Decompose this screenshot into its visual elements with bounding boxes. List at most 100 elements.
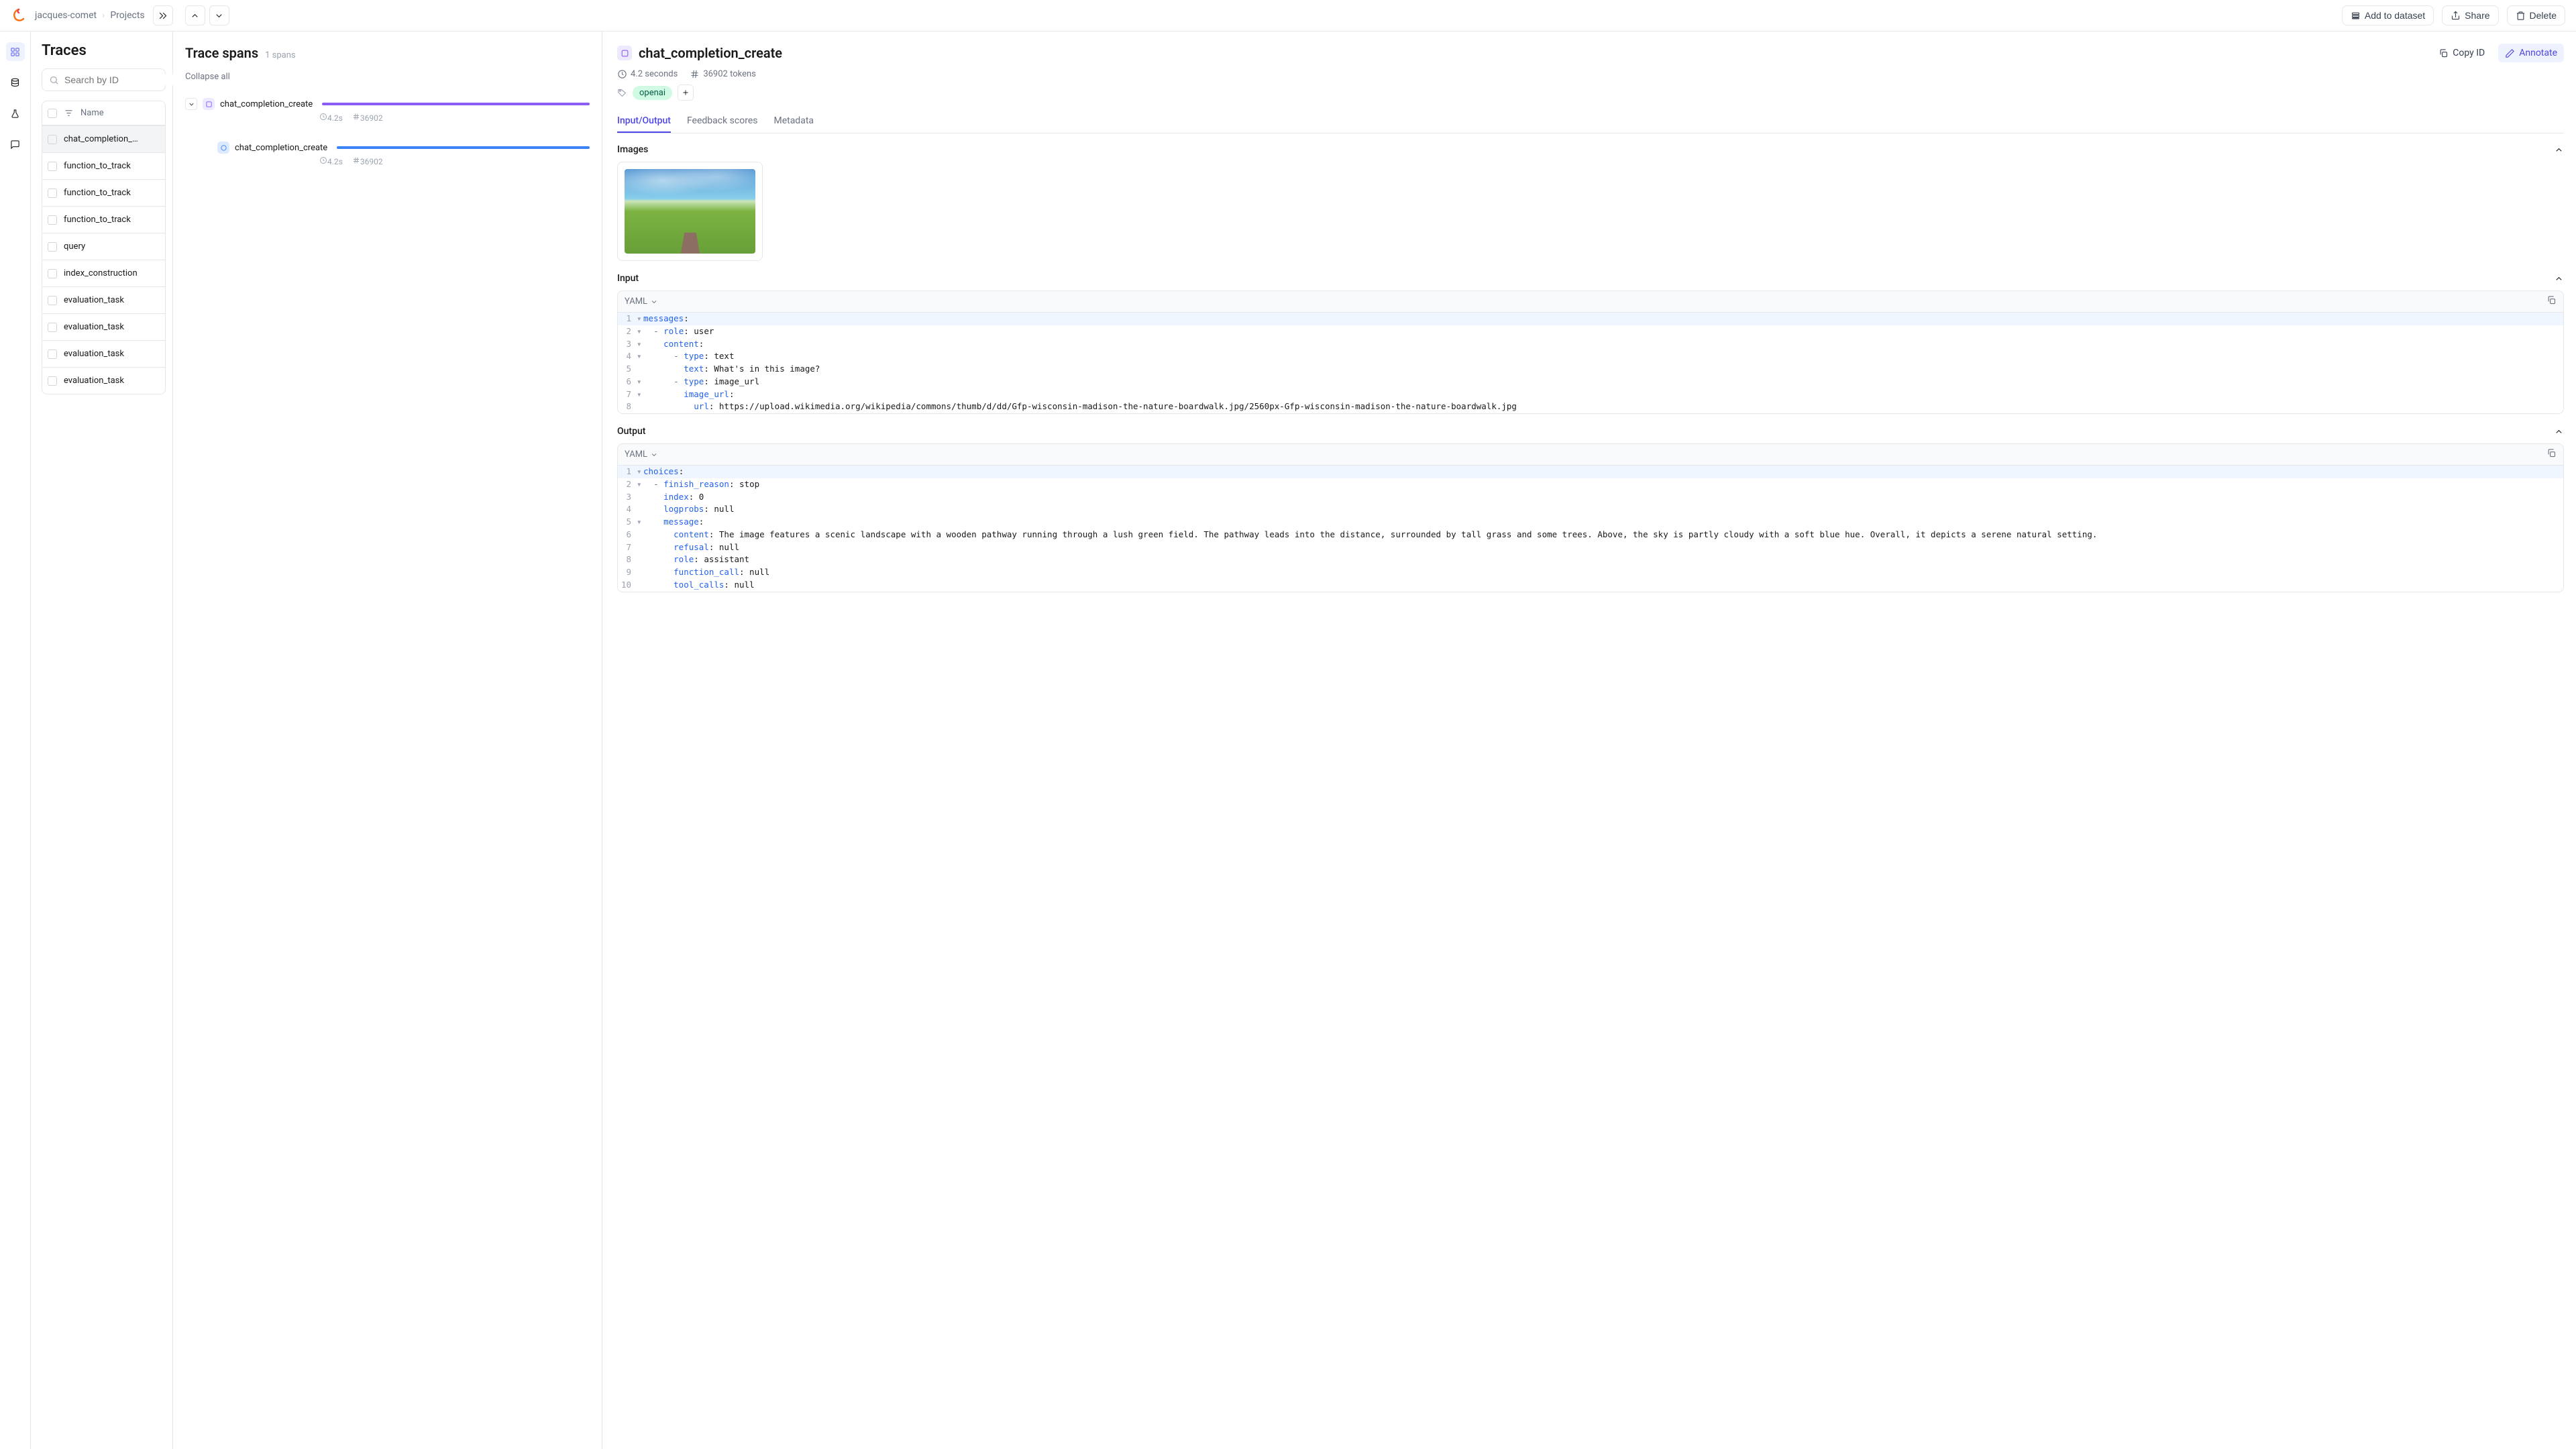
row-checkbox[interactable] xyxy=(48,189,57,198)
tag-icon xyxy=(617,88,627,98)
row-checkbox[interactable] xyxy=(48,215,57,225)
detail-title: chat_completion_create xyxy=(639,45,2425,61)
input-label: Input xyxy=(617,273,639,284)
format-selector[interactable]: YAML xyxy=(625,449,658,460)
format-selector[interactable]: YAML xyxy=(625,297,658,307)
span-type-badge xyxy=(617,46,632,60)
detail-duration: 4.2 seconds xyxy=(631,69,678,79)
chevron-down-icon xyxy=(650,298,658,306)
nav-up-button[interactable] xyxy=(185,5,205,25)
row-checkbox[interactable] xyxy=(48,376,57,386)
copy-icon xyxy=(2438,48,2449,58)
tree-toggle[interactable] xyxy=(185,98,197,110)
topbar: jacques-comet › Projects Add to dataset … xyxy=(0,0,2576,32)
image-card[interactable] xyxy=(617,162,763,261)
trace-row[interactable]: query xyxy=(42,233,165,260)
search-icon xyxy=(49,75,59,85)
detail-panel: chat_completion_create Copy ID Annotate … xyxy=(602,32,2576,1449)
tag-chip[interactable]: openai xyxy=(633,86,672,100)
input-code-header: YAML xyxy=(617,290,2564,313)
trace-row[interactable]: index_construction xyxy=(42,260,165,286)
trace-row[interactable]: evaluation_task xyxy=(42,313,165,340)
detail-tabs: Input/Output Feedback scores Metadata xyxy=(617,110,2564,133)
add-tag-button[interactable] xyxy=(678,85,694,101)
row-checkbox[interactable] xyxy=(48,135,57,144)
tab-metadata[interactable]: Metadata xyxy=(773,110,814,133)
traces-title: Traces xyxy=(42,42,166,59)
share-label: Share xyxy=(2465,10,2489,21)
delete-button[interactable]: Delete xyxy=(2507,5,2565,25)
nav-traces[interactable] xyxy=(6,42,25,61)
select-all-checkbox[interactable] xyxy=(48,109,57,118)
search-box[interactable] xyxy=(42,68,166,91)
trace-name: function_to_track xyxy=(64,215,131,225)
span-row[interactable]: chat_completion_create 4.2s 36902 xyxy=(217,138,590,174)
trace-row[interactable]: function_to_track xyxy=(42,152,165,179)
output-section-header[interactable]: Output xyxy=(617,426,2564,437)
pencil-icon xyxy=(2505,48,2515,58)
span-row[interactable]: chat_completion_create 4.2s 36902 xyxy=(185,94,590,131)
spans-count: 1 spans xyxy=(265,50,296,60)
clock-icon xyxy=(319,156,327,164)
nav-datasets[interactable] xyxy=(6,73,25,92)
filter-icon[interactable] xyxy=(64,108,74,118)
output-code: 1▾choices: 2▾ - finish_reason: stop 3 in… xyxy=(617,466,2564,592)
dataset-icon xyxy=(2351,11,2361,21)
clock-icon xyxy=(617,69,627,79)
name-column-header: Name xyxy=(80,108,104,118)
trace-row[interactable]: chat_completion_… xyxy=(42,125,165,152)
span-timeline-bar xyxy=(337,146,590,149)
images-section-header[interactable]: Images xyxy=(617,144,2564,155)
row-checkbox[interactable] xyxy=(48,296,57,305)
trace-row[interactable]: evaluation_task xyxy=(42,367,165,394)
share-icon xyxy=(2451,11,2461,21)
add-to-dataset-button[interactable]: Add to dataset xyxy=(2342,5,2434,25)
collapse-all-button[interactable]: Collapse all xyxy=(185,72,590,82)
trash-icon xyxy=(2516,11,2526,21)
output-code-header: YAML xyxy=(617,443,2564,466)
row-checkbox[interactable] xyxy=(48,242,57,252)
nav-experiments[interactable] xyxy=(6,104,25,123)
expand-button[interactable] xyxy=(153,5,173,25)
trace-name: chat_completion_… xyxy=(64,134,138,144)
copy-output-button[interactable] xyxy=(2546,448,2557,461)
span-name: chat_completion_create xyxy=(235,143,327,153)
spans-title: Trace spans xyxy=(185,45,258,61)
breadcrumb: jacques-comet › Projects xyxy=(35,10,145,21)
delete-label: Delete xyxy=(2530,10,2557,21)
trace-row[interactable]: function_to_track xyxy=(42,179,165,206)
trace-name: evaluation_task xyxy=(64,322,124,332)
tab-input-output[interactable]: Input/Output xyxy=(617,110,671,133)
format-label: YAML xyxy=(625,449,647,460)
nav-feedback[interactable] xyxy=(6,135,25,154)
row-checkbox[interactable] xyxy=(48,323,57,332)
nav-down-button[interactable] xyxy=(209,5,229,25)
copy-id-button[interactable]: Copy ID xyxy=(2432,44,2491,62)
trace-row[interactable]: evaluation_task xyxy=(42,286,165,313)
chevron-down-icon xyxy=(650,451,658,459)
spans-panel: Trace spans 1 spans Collapse all chat_co… xyxy=(173,32,602,1449)
search-input[interactable] xyxy=(64,74,186,85)
input-section-header[interactable]: Input xyxy=(617,273,2564,284)
chevron-right-icon: › xyxy=(102,10,105,21)
logo xyxy=(11,7,27,23)
chevron-up-icon xyxy=(2554,274,2564,284)
share-button[interactable]: Share xyxy=(2442,5,2498,25)
trace-name: evaluation_task xyxy=(64,295,124,305)
span-duration: 4.2s xyxy=(327,113,343,123)
trace-row[interactable]: evaluation_task xyxy=(42,340,165,367)
row-checkbox[interactable] xyxy=(48,162,57,171)
trace-row[interactable]: function_to_track xyxy=(42,206,165,233)
row-checkbox[interactable] xyxy=(48,269,57,278)
clock-icon xyxy=(319,113,327,121)
span-type-icon xyxy=(203,98,215,110)
span-duration: 4.2s xyxy=(327,157,343,166)
tab-feedback[interactable]: Feedback scores xyxy=(687,110,758,133)
row-checkbox[interactable] xyxy=(48,350,57,359)
breadcrumb-projects[interactable]: Projects xyxy=(110,10,144,21)
annotate-button[interactable]: Annotate xyxy=(2498,44,2564,62)
copy-input-button[interactable] xyxy=(2546,295,2557,308)
copy-icon xyxy=(2546,295,2557,305)
breadcrumb-owner[interactable]: jacques-comet xyxy=(35,10,97,21)
trace-name: function_to_track xyxy=(64,161,131,171)
